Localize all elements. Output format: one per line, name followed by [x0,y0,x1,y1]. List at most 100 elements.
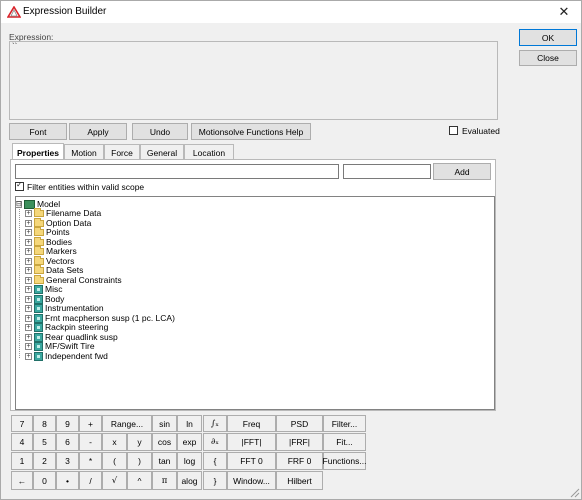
tab-location[interactable]: Location [184,144,234,160]
tree-item[interactable]: + Misc [25,284,62,294]
tree-item-label: Independent fwd [45,351,108,361]
key-0[interactable]: 0 [33,471,56,490]
pi-icon[interactable]: π [152,471,177,490]
expand-icon[interactable]: + [25,247,32,255]
backspace-icon[interactable]: ← [11,471,33,490]
key-x[interactable]: x [102,433,127,451]
key-alog[interactable]: alog [177,471,202,490]
expand-icon[interactable]: + [25,304,32,312]
sqrt-icon[interactable]: √ [102,471,127,490]
key-window[interactable]: Window... [227,471,276,490]
key-frf-0[interactable]: FRF 0 [276,452,323,470]
key-power[interactable]: ^ [127,471,152,490]
expand-icon[interactable]: + [25,285,32,293]
key-8[interactable]: 8 [33,415,56,432]
derivative-icon[interactable]: ∂ₓ [203,433,227,451]
filter-scope-label: Filter entities within valid scope [27,182,145,192]
entity-search-input[interactable] [15,164,339,179]
key-y[interactable]: y [127,433,152,451]
key-sin[interactable]: sin [152,415,177,432]
key-1[interactable]: 1 [11,452,33,470]
tree-item[interactable]: + Rackpin steering [25,322,108,332]
add-button[interactable]: Add [433,163,491,180]
key-functions[interactable]: Functions... [323,452,366,470]
collapse-icon[interactable]: ⊟ [15,200,22,208]
close-icon[interactable]: ✕ [553,3,575,21]
key-3[interactable]: 3 [56,452,79,470]
expand-icon[interactable]: + [25,323,32,331]
tree-item[interactable]: + Instrumentation [25,303,104,313]
key-fit[interactable]: Fit... [323,433,366,451]
evaluated-checkbox[interactable] [449,126,458,135]
tree-item[interactable]: + MF/Swift Tire [25,341,95,351]
key-freq[interactable]: Freq [227,415,276,432]
expression-builder-window: Expression Builder ✕ Expression: `` OK C… [0,0,582,500]
key-5[interactable]: 5 [33,433,56,451]
expand-icon[interactable]: + [25,314,32,322]
resize-grip-icon[interactable] [569,487,580,498]
key-log[interactable]: log [177,452,202,470]
key-close-paren[interactable]: ) [127,452,152,470]
key-7[interactable]: 7 [11,415,33,432]
tree-item[interactable]: + Data Sets [25,264,83,275]
key-divide[interactable]: / [79,471,102,490]
expand-icon[interactable]: + [25,228,32,236]
tree-item[interactable]: + Markers [25,245,77,256]
expand-icon[interactable]: + [25,266,32,274]
tree-item-label: MF/Swift Tire [45,341,95,351]
key-filter[interactable]: Filter... [323,415,366,432]
tree-item[interactable]: + Filename Data [25,207,101,218]
key-minus[interactable]: - [79,433,102,451]
filter-scope-checkbox[interactable] [15,180,24,191]
title-bar: Expression Builder ✕ [1,1,581,23]
expand-icon[interactable]: + [25,333,32,341]
expand-icon[interactable]: + [25,257,32,265]
system-icon [34,322,43,332]
key-ln[interactable]: ln [177,415,202,432]
system-icon [34,303,43,313]
expand-icon[interactable]: + [25,209,32,217]
key-frf-mag[interactable]: |FRF| [276,433,323,451]
tree-item[interactable]: + Points [25,226,70,237]
key-6[interactable]: 6 [56,433,79,451]
key-exp[interactable]: exp [177,433,202,451]
key-fft-0[interactable]: FFT 0 [227,452,276,470]
undo-button[interactable]: Undo [132,123,188,140]
expand-icon[interactable]: + [25,219,32,227]
tree-item[interactable]: + Independent fwd [25,351,108,361]
tab-motion[interactable]: Motion [64,144,104,160]
key-range[interactable]: Range... [102,415,152,432]
key-plus[interactable]: + [79,415,102,432]
key-cos[interactable]: cos [152,433,177,451]
expand-icon[interactable]: + [25,276,32,284]
expand-icon[interactable]: + [25,238,32,246]
key-multiply[interactable]: * [79,452,102,470]
key-open-brace[interactable]: { [203,452,227,470]
tree-item-label: Misc [45,284,63,294]
selected-entity-field[interactable] [343,164,431,179]
tab-force[interactable]: Force [104,144,140,160]
apply-button[interactable]: Apply [69,123,127,140]
motionsolve-help-button[interactable]: Motionsolve Functions Help [191,123,311,140]
key-tan[interactable]: tan [152,452,177,470]
key-2[interactable]: 2 [33,452,56,470]
expand-icon[interactable]: + [25,295,32,303]
close-button[interactable]: Close [519,50,577,66]
integral-icon[interactable]: ∫ₓ [203,415,227,432]
key-decimal[interactable]: • [56,471,79,490]
tab-general[interactable]: General [140,144,184,160]
font-button[interactable]: Font [9,123,67,140]
key-9[interactable]: 9 [56,415,79,432]
key-close-brace[interactable]: } [203,471,227,490]
expand-icon[interactable]: + [25,352,32,360]
key-open-paren[interactable]: ( [102,452,127,470]
folder-icon [34,226,44,236]
expression-field[interactable]: `` [9,41,498,120]
key-hilbert[interactable]: Hilbert [276,471,323,490]
key-4[interactable]: 4 [11,433,33,451]
ok-button[interactable]: OK [519,29,577,46]
key-psd[interactable]: PSD [276,415,323,432]
expand-icon[interactable]: + [25,342,32,350]
key-fft-mag[interactable]: |FFT| [227,433,276,451]
folder-icon [34,274,44,284]
